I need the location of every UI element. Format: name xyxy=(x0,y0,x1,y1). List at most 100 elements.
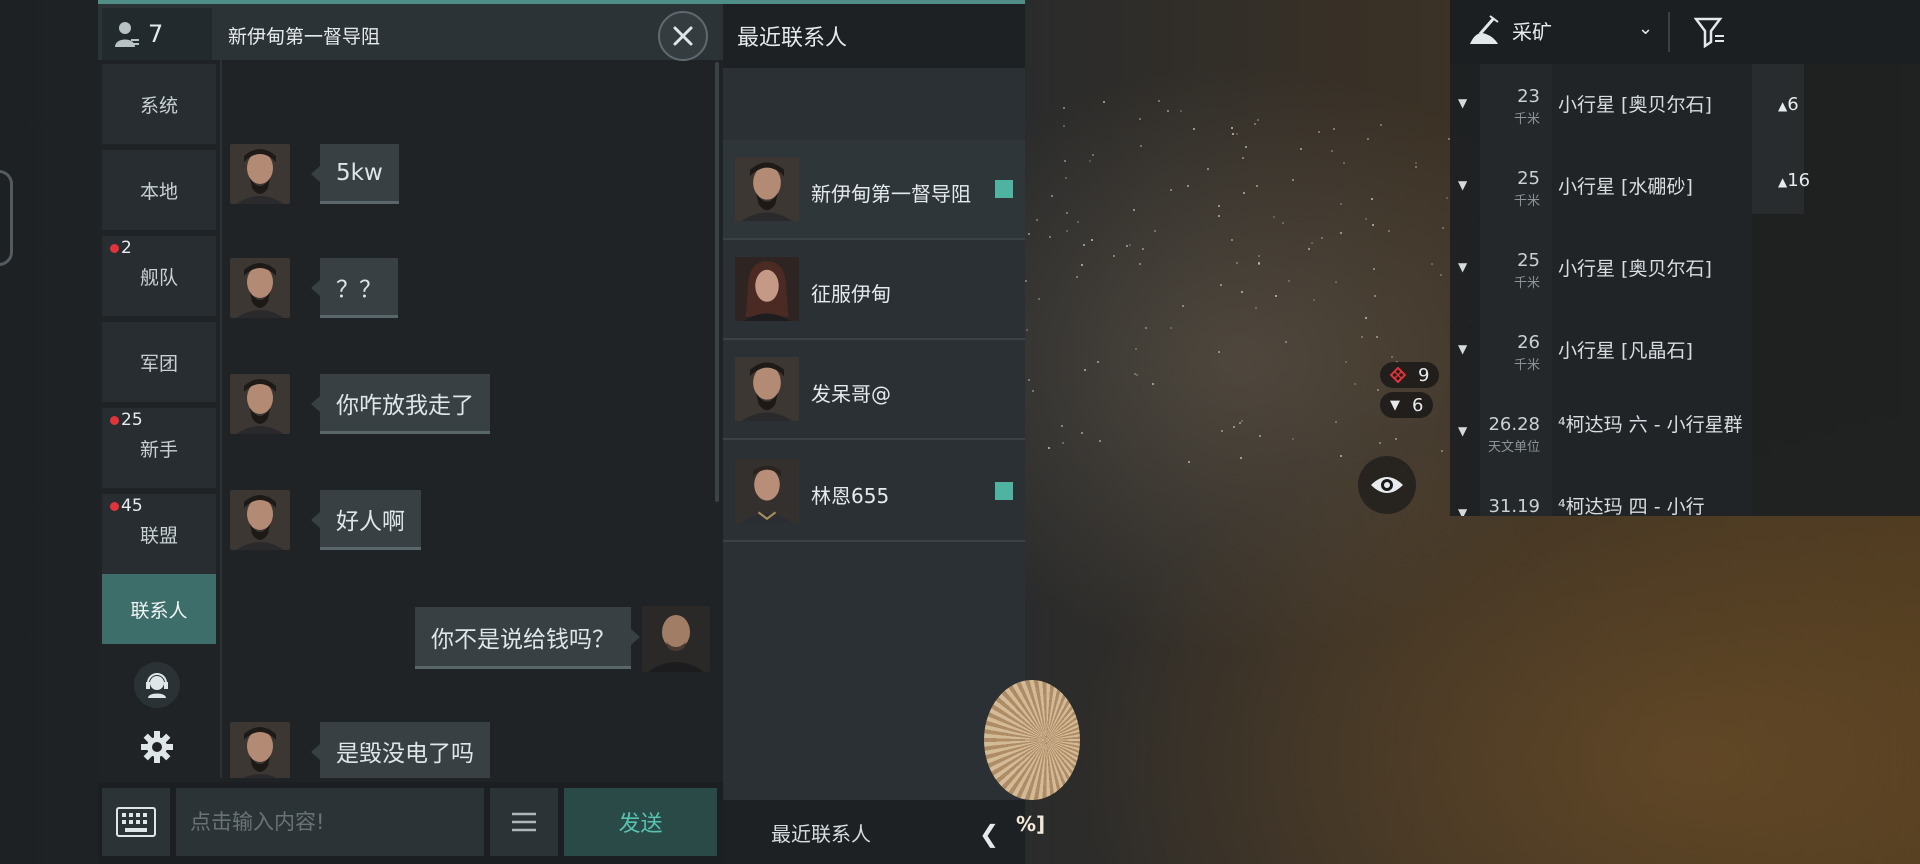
message-input[interactable] xyxy=(176,788,484,856)
message-scrollbar[interactable] xyxy=(715,62,719,502)
unread-badge: 45 xyxy=(110,496,143,516)
star xyxy=(1207,168,1209,170)
star xyxy=(1139,263,1141,265)
star xyxy=(1300,148,1302,150)
overview-row[interactable]: ▼ 25 千米 小行星 [水硼砂] xyxy=(1450,146,1920,228)
star xyxy=(1373,268,1375,270)
overview-row[interactable]: ▼ 31.19 ⁴柯达玛 四 - 小行 xyxy=(1450,474,1920,516)
star xyxy=(1308,248,1310,250)
sender-avatar[interactable] xyxy=(230,722,290,778)
tab-contacts[interactable]: 联系人 xyxy=(102,574,216,644)
tab-label: 本地 xyxy=(139,180,178,203)
side-menu-hex-icon[interactable] xyxy=(0,170,13,266)
star xyxy=(1032,390,1034,392)
unread-badge: 2 xyxy=(110,238,132,258)
message-bubble[interactable]: 你咋放我走了 xyxy=(311,374,490,434)
star xyxy=(1379,442,1381,444)
star xyxy=(1431,263,1433,265)
object-name: 小行星 [奥贝尔石] xyxy=(1558,94,1712,116)
send-button[interactable]: 发送 xyxy=(564,788,717,856)
tab-label: 联盟 xyxy=(139,524,178,547)
star xyxy=(1365,317,1367,319)
voice-chat-button[interactable] xyxy=(134,662,180,708)
sender-avatar[interactable] xyxy=(230,374,290,434)
tab-system[interactable]: 系统 xyxy=(102,64,216,144)
star xyxy=(1241,420,1243,422)
star xyxy=(1292,179,1294,181)
star xyxy=(1273,216,1275,218)
overview-row[interactable]: ▼ 25 千米 小行星 [奥贝尔石] xyxy=(1450,228,1920,310)
sender-avatar[interactable] xyxy=(230,144,290,204)
contact-name: 林恩655 xyxy=(811,484,890,508)
distance-unit: 天文单位 xyxy=(1487,440,1540,455)
star xyxy=(1388,230,1390,232)
message-bubble[interactable]: ？？ xyxy=(311,258,398,318)
tab-local[interactable]: 本地 xyxy=(102,150,216,230)
bearded-man-portrait xyxy=(735,157,799,221)
overview-list[interactable]: ▲6 ▲16 ▼ 23 千米 小行星 [奥贝尔石] ▼ 25 千米 小行星 [水… xyxy=(1450,64,1920,516)
view-toggle-button[interactable] xyxy=(1358,456,1416,514)
star xyxy=(1049,236,1051,238)
star xyxy=(1218,215,1220,217)
star xyxy=(1081,432,1083,434)
tab-fleet[interactable]: 2 舰队 xyxy=(102,236,216,316)
asteroid-belt-icon: ▼ xyxy=(1458,506,1468,516)
online-indicator xyxy=(995,180,1013,198)
contact-item[interactable]: 征服伊甸 xyxy=(723,240,1025,340)
overview-filter-selector[interactable]: 采矿 xyxy=(1466,12,1552,48)
filter-button[interactable] xyxy=(1693,16,1726,52)
message-bubble-self[interactable]: 你不是说给钱吗？ xyxy=(415,607,640,669)
collapse-chevron-icon[interactable]: ❮ xyxy=(979,820,999,848)
star xyxy=(1242,157,1244,159)
distance-unit: 千米 xyxy=(1513,112,1540,127)
settings-button[interactable] xyxy=(134,724,180,770)
contacts-header: 最近联系人 xyxy=(723,4,1025,68)
message-bubble[interactable]: 好人啊 xyxy=(311,490,421,550)
tab-corp[interactable]: 军团 xyxy=(102,322,216,402)
contact-item[interactable]: 新伊甸第一督导阻 xyxy=(723,140,1025,240)
tab-alliance[interactable]: 45 联盟 xyxy=(102,494,216,574)
overview-row[interactable]: ▼ 26 千米 小行星 [凡晶石] xyxy=(1450,310,1920,392)
message-list[interactable]: 5kw ？？ 你咋放我走了 好人啊 你不是说给钱吗？ 是毁没电了吗 xyxy=(222,60,723,778)
asteroid-icon: ▼ xyxy=(1458,342,1468,356)
star xyxy=(1083,244,1085,246)
bearded-man-portrait xyxy=(230,144,290,204)
star xyxy=(1233,426,1235,428)
contact-avatar xyxy=(735,459,799,523)
star xyxy=(1376,336,1378,338)
contact-item[interactable]: 发呆哥@ xyxy=(723,340,1025,440)
sender-avatar[interactable] xyxy=(230,490,290,550)
contact-avatar xyxy=(735,257,799,321)
target-counter[interactable]: 9 xyxy=(1380,362,1440,388)
star xyxy=(1065,177,1067,179)
star xyxy=(1441,450,1443,452)
chevron-down-icon[interactable]: ⌄ xyxy=(1638,18,1653,39)
sender-avatar[interactable] xyxy=(230,258,290,318)
star xyxy=(1374,295,1376,297)
star xyxy=(1231,239,1233,241)
star xyxy=(1321,237,1323,239)
star xyxy=(1371,198,1373,200)
asteroid-counter[interactable]: ▼ 6 xyxy=(1380,392,1434,418)
star xyxy=(1063,125,1065,127)
tab-label: 舰队 xyxy=(139,266,178,289)
contact-item[interactable]: 林恩655 xyxy=(723,442,1025,542)
overview-row[interactable]: ▼ 26.28 天文单位 ⁴柯达玛 六 - 小行星群 xyxy=(1450,392,1920,474)
eye-icon xyxy=(1371,477,1403,493)
menu-button[interactable] xyxy=(490,788,558,856)
member-count[interactable]: 7 xyxy=(102,8,212,60)
overview-row[interactable]: ▼ 23 千米 小行星 [奥贝尔石] xyxy=(1450,64,1920,146)
star xyxy=(1275,295,1277,297)
asteroid-icon: ▼ xyxy=(1458,178,1468,192)
message-bubble[interactable]: 是毁没电了吗 xyxy=(311,722,490,778)
star xyxy=(1335,281,1337,283)
own-avatar[interactable] xyxy=(642,606,710,672)
star xyxy=(1188,461,1190,463)
close-button[interactable] xyxy=(658,11,708,61)
star xyxy=(1415,162,1417,164)
tab-rookie[interactable]: 25 新手 xyxy=(102,408,216,488)
message-bubble[interactable]: 5kw xyxy=(311,144,399,204)
keyboard-button[interactable] xyxy=(102,788,170,856)
badge-count: 25 xyxy=(121,410,143,430)
contacts-footer[interactable]: 最近联系人 ❮ xyxy=(723,800,1025,864)
